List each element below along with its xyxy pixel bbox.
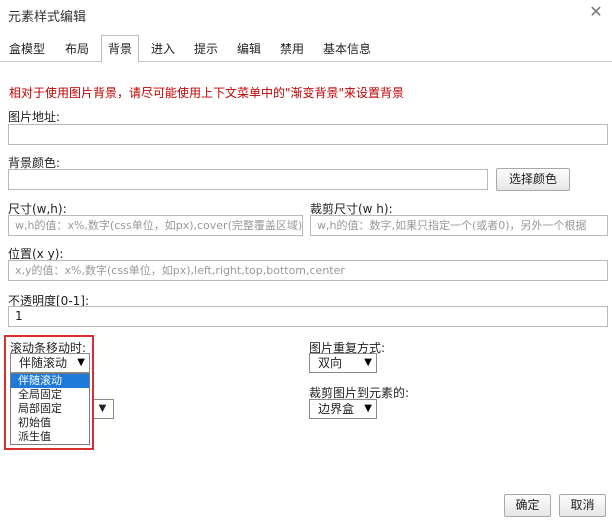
cancel-button[interactable]: 取消 <box>559 494 606 517</box>
repeat-select[interactable]: 双向 ▼ <box>309 353 377 373</box>
position-input[interactable]: x,y的值：x%,数字(css单位，如px),left,right,top,bo… <box>8 260 608 281</box>
size-input[interactable]: w,h的值：x%,数字(css单位，如px),cover(完整覆盖区域) <box>8 215 303 236</box>
opacity-input[interactable]: 1 <box>8 306 608 327</box>
clip-selected: 边界盒 <box>318 402 355 416</box>
tab-background[interactable]: 背景 <box>101 35 139 63</box>
highlight-box <box>4 335 94 450</box>
tab-tooltip[interactable]: 提示 <box>187 37 225 62</box>
bg-color-input[interactable] <box>8 169 488 190</box>
ok-button[interactable]: 确定 <box>504 494 551 517</box>
tab-basic-info[interactable]: 基本信息 <box>316 37 378 62</box>
partially-hidden-select[interactable]: ▼ <box>92 399 114 419</box>
tab-layout[interactable]: 布局 <box>57 37 97 62</box>
clip-select[interactable]: 边界盒 ▼ <box>309 399 377 419</box>
close-icon[interactable]: ✕ <box>588 4 604 20</box>
dialog-title: 元素样式编辑 <box>8 10 87 25</box>
style-edit-dialog: 元素样式编辑 ✕ 盒模型 布局 背景 进入 提示 编辑 禁用 基本信息 相对于使… <box>0 0 612 520</box>
image-url-input[interactable] <box>8 124 608 145</box>
chevron-down-icon: ▼ <box>364 357 372 368</box>
tab-box-model[interactable]: 盒模型 <box>4 37 50 62</box>
tab-enter[interactable]: 进入 <box>145 37 181 62</box>
image-url-label: 图片地址: <box>8 110 61 124</box>
tab-bar: 盒模型 布局 背景 进入 提示 编辑 禁用 基本信息 <box>0 35 612 63</box>
pick-color-button[interactable]: 选择颜色 <box>496 168 570 191</box>
repeat-selected: 双向 <box>318 356 343 370</box>
tab-disable[interactable]: 禁用 <box>273 37 311 62</box>
title-bar: 元素样式编辑 ✕ <box>0 0 612 30</box>
chevron-down-icon: ▼ <box>364 403 372 414</box>
gradient-hint: 相对于使用图片背景，请尽可能使用上下文菜单中的"渐变背景"来设置背景 <box>9 86 405 100</box>
crop-size-input[interactable]: w,h的值：数字,如果只指定一个(或者0)，另外一个根据 <box>310 215 608 236</box>
tab-edit[interactable]: 编辑 <box>230 37 268 62</box>
